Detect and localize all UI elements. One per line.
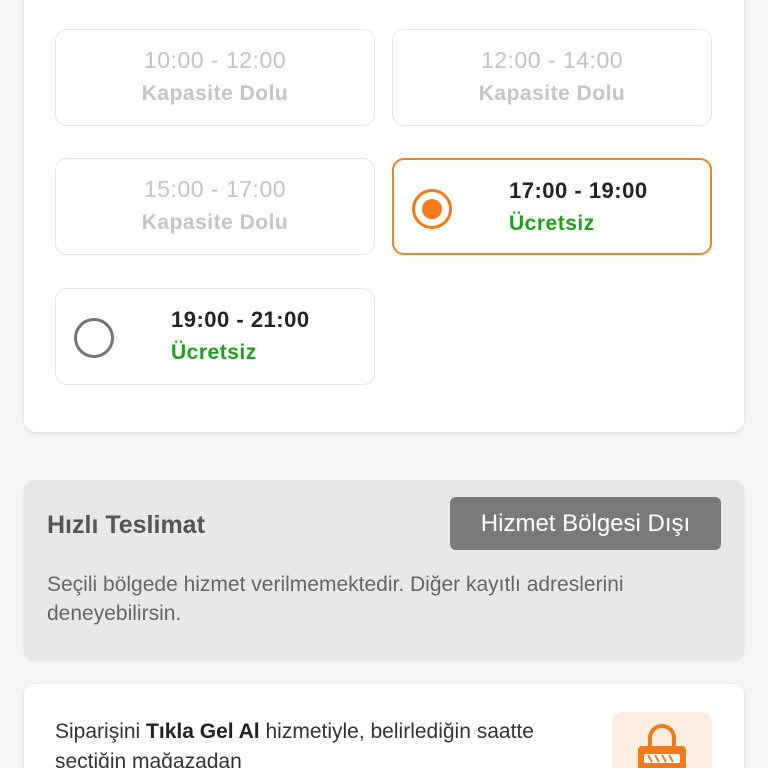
click-collect-description: Siparişini Tıkla Gel Al hizmetiyle, beli… — [55, 717, 595, 768]
fast-delivery-card: Hızlı Teslimat Hizmet Bölgesi Dışı Seçil… — [24, 480, 744, 660]
slot-time: 10:00 - 12:00 — [143, 47, 287, 73]
radio-selected-icon[interactable] — [412, 189, 452, 229]
delivery-slots-card: 10:00 - 12:00 Kapasite Dolu 12:00 - 14:0… — [24, 0, 744, 432]
time-slot-10-12: 10:00 - 12:00 Kapasite Dolu — [55, 29, 375, 126]
time-slot-15-17: 15:00 - 17:00 Kapasite Dolu — [55, 158, 375, 255]
fast-delivery-title: Hızlı Teslimat — [47, 511, 205, 539]
slot-status: Kapasite Dolu — [478, 82, 626, 105]
click-collect-card[interactable]: Siparişini Tıkla Gel Al hizmetiyle, beli… — [24, 684, 744, 768]
slot-status: Ücretsiz — [509, 212, 595, 235]
slot-time: 19:00 - 21:00 — [171, 307, 310, 332]
out-of-service-badge: Hizmet Bölgesi Dışı — [450, 497, 721, 550]
time-slot-17-19[interactable]: 17:00 - 19:00 Ücretsiz — [392, 158, 712, 255]
fast-delivery-description: Seçili bölgede hizmet verilmemektedir. D… — [47, 573, 624, 625]
slot-time: 12:00 - 14:00 — [480, 47, 624, 73]
slot-status: Kapasite Dolu — [141, 211, 289, 234]
slot-status: Ücretsiz — [171, 341, 257, 364]
time-slot-19-21[interactable]: 19:00 - 21:00 Ücretsiz — [55, 288, 375, 385]
text-before: Siparişini — [55, 720, 147, 743]
slot-time: 15:00 - 17:00 — [143, 176, 287, 202]
shopping-bag-icon — [612, 712, 712, 768]
radio-unselected-icon[interactable] — [74, 318, 114, 358]
slot-time: 17:00 - 19:00 — [509, 178, 648, 203]
slot-status: Kapasite Dolu — [141, 82, 289, 105]
service-name: Tıkla Gel Al — [146, 720, 260, 743]
time-slot-12-14: 12:00 - 14:00 Kapasite Dolu — [392, 29, 712, 126]
